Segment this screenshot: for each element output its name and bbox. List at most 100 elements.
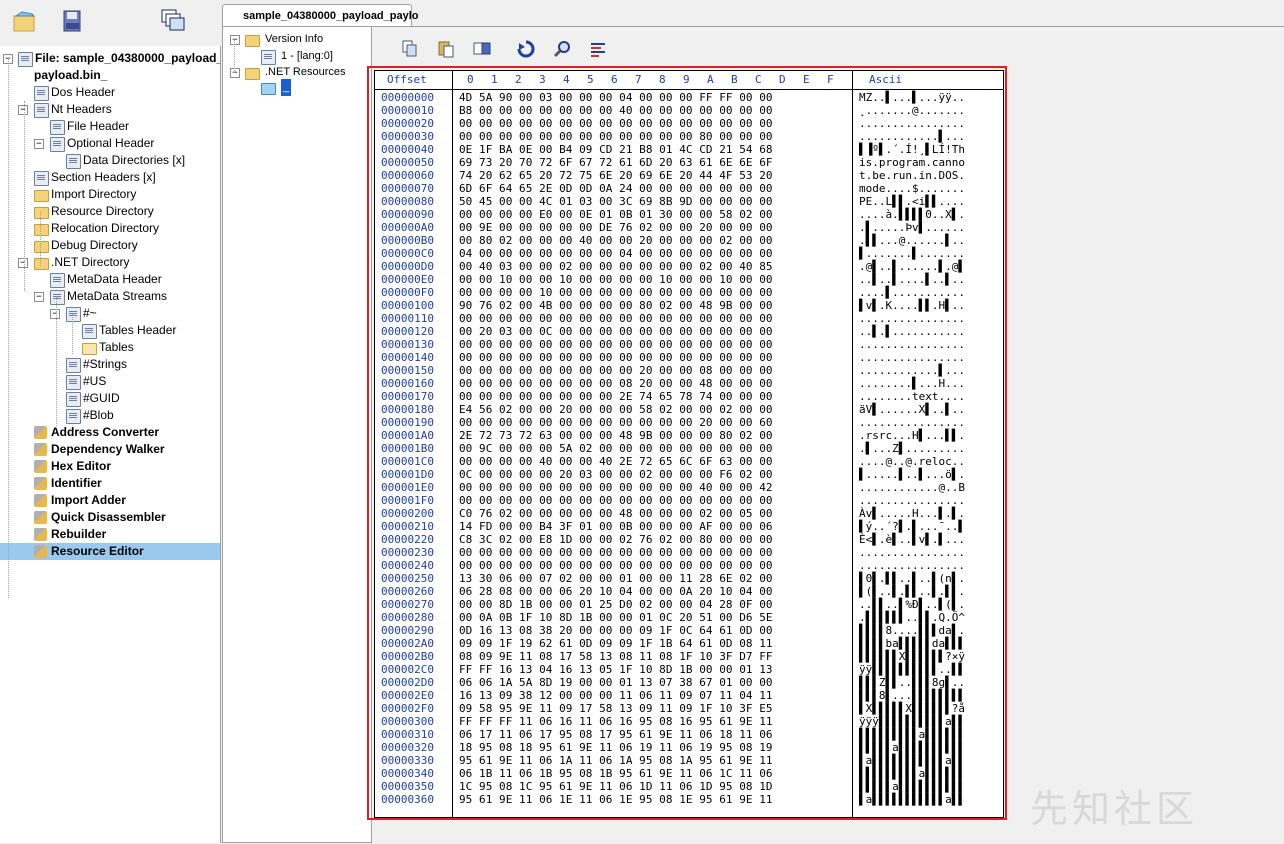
tree-item[interactable]: MetaData Header (0, 271, 220, 288)
row-bytes[interactable]: 00 00 00 00 00 00 00 00 00 00 00 00 00 0… (459, 338, 773, 351)
hex-row[interactable]: 000001D0 0C 00 00 00 00 20 03 00 00 02 00… (375, 468, 1003, 481)
row-bytes[interactable]: 00 0A 0B 1F 10 8D 1B 00 00 01 0C 20 51 0… (459, 611, 773, 624)
tree-item[interactable]: Resource Directory (0, 203, 220, 220)
row-bytes[interactable]: 95 61 9E 11 06 1E 11 06 1E 95 08 1E 95 6… (459, 793, 773, 806)
row-bytes[interactable]: 00 00 00 00 00 00 00 00 00 00 00 00 00 0… (459, 312, 773, 325)
document-tab[interactable]: sample_04380000_payload_paylo (222, 4, 419, 26)
tree-item[interactable]: Resource Editor (0, 543, 220, 560)
tree-item[interactable]: Tables (0, 339, 220, 356)
tree-item[interactable]: Import Adder (0, 492, 220, 509)
hex-row[interactable]: 00000200 C0 76 02 00 00 00 00 00 48 00 00… (375, 507, 1003, 520)
row-ascii[interactable]: ................ (859, 351, 965, 364)
row-ascii[interactable]: ▌▌▌▌▌▌▌▌▌a▌▌▌▌▌▌ (859, 728, 965, 741)
row-ascii[interactable]: MZ..▌...▌...ÿÿ.. (859, 91, 965, 104)
row-ascii[interactable]: mode....$....... (859, 182, 965, 195)
tree-item[interactable]: − MetaData Streams (0, 288, 220, 305)
row-ascii[interactable]: ▌.......▌....... (859, 247, 965, 260)
row-ascii[interactable]: ................ (859, 546, 965, 559)
resource-tree-item[interactable]: 1 - [lang:0] (223, 48, 371, 65)
row-ascii[interactable]: ▌▌▌Z▌▌..▌▌▌8g▌.. (859, 676, 965, 689)
hex-row[interactable]: 00000150 00 00 00 00 00 00 00 00 00 20 00… (375, 364, 1003, 377)
hex-row[interactable]: 000002D0 06 06 1A 5A 8D 19 00 00 01 13 07… (375, 676, 1003, 689)
hex-row[interactable]: 00000120 00 20 03 00 0C 00 00 00 00 00 00… (375, 325, 1003, 338)
row-bytes[interactable]: 90 76 02 00 4B 00 00 00 00 80 02 00 48 9… (459, 299, 773, 312)
hex-row[interactable]: 00000020 00 00 00 00 00 00 00 00 00 00 00… (375, 117, 1003, 130)
hex-row[interactable]: 00000310 06 17 11 06 17 95 08 17 95 61 9E… (375, 728, 1003, 741)
search-icon[interactable] (552, 39, 572, 59)
hex-row[interactable]: 000002A0 09 09 1F 19 62 61 0D 09 09 1F 1B… (375, 637, 1003, 650)
tree-item[interactable]: Dos Header (0, 84, 220, 101)
row-ascii[interactable]: ▌X▌▌▌▌▌X▌▌▌▌▌▌?å (859, 702, 965, 715)
row-bytes[interactable]: 95 61 9E 11 06 1A 11 06 1A 95 08 1A 95 6… (459, 754, 773, 767)
tree-item[interactable]: − File: sample_04380000_payload_ (0, 50, 220, 67)
row-ascii[interactable]: t.be.run.in.DOS. (859, 169, 965, 182)
hex-row[interactable]: 00000000 4D 5A 90 00 03 00 00 00 04 00 00… (375, 91, 1003, 104)
hex-row[interactable]: 000002F0 09 58 95 9E 11 09 17 58 13 09 11… (375, 702, 1003, 715)
hex-row[interactable]: 00000190 00 00 00 00 00 00 00 00 00 00 00… (375, 416, 1003, 429)
row-bytes[interactable]: 06 17 11 06 17 95 08 17 95 61 9E 11 06 1… (459, 728, 773, 741)
hex-row[interactable]: 000000A0 00 9E 00 00 00 00 00 DE 76 02 00… (375, 221, 1003, 234)
row-ascii[interactable]: ................ (859, 117, 965, 130)
row-bytes[interactable]: FF FF 16 13 04 16 13 05 1F 10 8D 1B 00 0… (459, 663, 773, 676)
hex-row[interactable]: 000000F0 00 00 00 00 10 00 00 00 00 00 00… (375, 286, 1003, 299)
row-ascii[interactable]: ▌a▌▌▌▌▌▌▌▌▌▌▌a▌▌ (859, 793, 965, 806)
row-ascii[interactable]: ▌.....▌..▌...ö▌. (859, 468, 965, 481)
hex-row[interactable]: 00000330 95 61 9E 11 06 1A 11 06 1A 95 08… (375, 754, 1003, 767)
collapse-toggle-icon[interactable]: − (50, 309, 60, 319)
row-ascii[interactable]: .▌.....Þv▌...... (859, 221, 965, 234)
row-ascii[interactable]: ..▌..▌....▌..▌.. (859, 273, 965, 286)
row-bytes[interactable]: 00 9E 00 00 00 00 00 DE 76 02 00 00 20 0… (459, 221, 773, 234)
row-ascii[interactable]: .rsrc...H▌...▌▌. (859, 429, 965, 442)
collapse-toggle-icon[interactable]: − (18, 105, 28, 115)
row-ascii[interactable]: ................ (859, 338, 965, 351)
row-bytes[interactable]: 00 80 02 00 00 00 40 00 00 20 00 00 00 0… (459, 234, 773, 247)
collapse-toggle-icon[interactable]: − (34, 139, 44, 149)
row-bytes[interactable]: 00 00 00 00 E0 00 0E 01 0B 01 30 00 00 5… (459, 208, 773, 221)
hex-row[interactable]: 000000B0 00 80 02 00 00 00 40 00 00 20 00… (375, 234, 1003, 247)
row-bytes[interactable]: 13 30 06 00 07 02 00 00 01 00 00 11 28 6… (459, 572, 773, 585)
hex-row[interactable]: 00000260 06 28 08 00 00 06 20 10 04 00 00… (375, 585, 1003, 598)
hex-row[interactable]: 00000360 95 61 9E 11 06 1E 11 06 1E 95 08… (375, 793, 1003, 806)
row-bytes[interactable]: 0E 1F BA 0E 00 B4 09 CD 21 B8 01 4C CD 2… (459, 143, 773, 156)
resource-tree-item[interactable]: − Version Info (223, 31, 371, 48)
paste-icon[interactable] (436, 39, 456, 59)
hex-row[interactable]: 00000070 6D 6F 64 65 2E 0D 0D 0A 24 00 00… (375, 182, 1003, 195)
row-ascii[interactable]: äV▌......X▌..▌.. (859, 403, 965, 416)
copy-icon[interactable] (400, 39, 420, 59)
explorer-tree[interactable]: − File: sample_04380000_payload_ payload.b… (0, 46, 221, 843)
row-ascii[interactable]: ▌ý..´?▌.▌...¯..▌ (859, 520, 965, 533)
row-ascii[interactable]: ................ (859, 559, 965, 572)
tree-item[interactable]: #Strings (0, 356, 220, 373)
collapse-toggle-icon[interactable]: − (230, 35, 240, 45)
refresh-icon[interactable] (516, 39, 536, 59)
row-bytes[interactable]: 00 00 00 00 00 00 00 00 00 00 00 00 40 0… (459, 481, 773, 494)
hex-row[interactable]: 00000240 00 00 00 00 00 00 00 00 00 00 00… (375, 559, 1003, 572)
row-bytes[interactable]: 00 00 00 00 00 00 00 00 00 00 00 00 00 0… (459, 559, 773, 572)
hex-row[interactable]: 000002C0 FF FF 16 13 04 16 13 05 1F 10 8D… (375, 663, 1003, 676)
row-bytes[interactable]: 00 00 00 00 00 00 00 00 00 00 00 00 00 0… (459, 546, 773, 559)
row-bytes[interactable]: C0 76 02 00 00 00 00 00 48 00 00 00 02 0… (459, 507, 773, 520)
row-bytes[interactable]: 09 58 95 9E 11 09 17 58 13 09 11 09 1F 1… (459, 702, 773, 715)
resource-tree[interactable]: − Version Info 1 - [lang:0] − .NET Resources… (222, 26, 372, 843)
row-bytes[interactable]: 00 00 00 00 40 00 00 40 2E 72 65 6C 6F 6… (459, 455, 773, 468)
row-ascii[interactable]: ................ (859, 416, 965, 429)
tree-item[interactable]: − Nt Headers (0, 101, 220, 118)
hex-row[interactable]: 00000040 0E 1F BA 0E 00 B4 09 CD 21 B8 01… (375, 143, 1003, 156)
tree-item[interactable]: − Optional Header (0, 135, 220, 152)
row-ascii[interactable]: ....▌........... (859, 286, 965, 299)
row-bytes[interactable]: 00 00 00 00 00 00 00 00 00 00 00 00 00 0… (459, 494, 773, 507)
row-bytes[interactable]: 00 00 00 00 00 00 00 00 00 20 00 00 08 0… (459, 364, 773, 377)
tree-item[interactable]: File Header (0, 118, 220, 135)
hex-row[interactable]: 000000C0 04 00 00 00 00 00 00 00 04 00 00… (375, 247, 1003, 260)
hex-row[interactable]: 000001A0 2E 72 73 72 63 00 00 00 48 9B 00… (375, 429, 1003, 442)
open-file-icon[interactable] (10, 6, 40, 36)
tree-item[interactable]: Quick Disassembler (0, 509, 220, 526)
hex-row[interactable]: 000000E0 00 00 10 00 00 10 00 00 00 00 10… (375, 273, 1003, 286)
tree-item[interactable]: payload.bin_ (0, 67, 220, 84)
row-bytes[interactable]: 50 45 00 00 4C 01 03 00 3C 69 8B 9D 00 0… (459, 195, 773, 208)
row-bytes[interactable]: B8 00 00 00 00 00 00 00 40 00 00 00 00 0… (459, 104, 773, 117)
row-bytes[interactable]: 04 00 00 00 00 00 00 00 04 00 00 00 00 0… (459, 247, 773, 260)
hex-row[interactable]: 00000140 00 00 00 00 00 00 00 00 00 00 00… (375, 351, 1003, 364)
row-bytes[interactable]: 2E 72 73 72 63 00 00 00 48 9B 00 00 00 8… (459, 429, 773, 442)
row-bytes[interactable]: C8 3C 02 00 E8 1D 00 00 02 76 02 00 80 0… (459, 533, 773, 546)
